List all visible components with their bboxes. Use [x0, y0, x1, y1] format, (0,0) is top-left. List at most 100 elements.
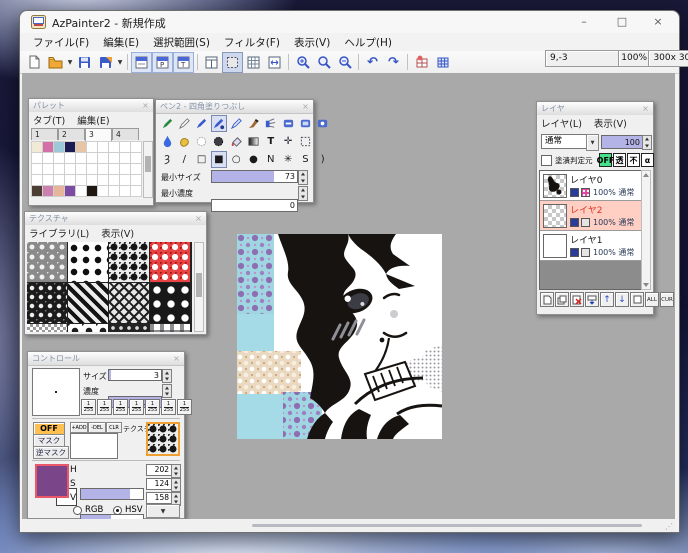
zoom-in-button[interactable] — [292, 52, 313, 73]
canvas[interactable] — [237, 234, 442, 439]
layer2-option-icon[interactable] — [581, 218, 590, 227]
palette-color-cell[interactable] — [43, 153, 54, 164]
show-all-layers-button[interactable]: ALL — [645, 292, 659, 307]
save-button[interactable] — [74, 52, 95, 73]
palette-color-cell[interactable] — [87, 186, 98, 197]
palette-color-cell[interactable] — [109, 164, 120, 175]
texture-tile[interactable] — [150, 324, 190, 332]
brush-tool[interactable] — [245, 115, 261, 132]
blend-dropdown-arrow[interactable]: ▼ — [586, 134, 599, 151]
layer-row-2[interactable]: レイヤ1 100% 通常 — [540, 231, 641, 261]
close-button[interactable]: × — [641, 11, 675, 33]
palette-tab-3[interactable]: 3 — [85, 128, 112, 141]
move-layer-down-button[interactable]: ↓ — [615, 292, 629, 307]
size-spinner[interactable] — [162, 369, 172, 383]
freehand-shape-tool[interactable]: Ȝ — [159, 151, 175, 168]
rgb-radio[interactable]: RGB — [73, 505, 103, 515]
palette-color-cell[interactable] — [65, 186, 76, 197]
canvas-view-button[interactable] — [222, 52, 243, 73]
min-density-slider[interactable]: 0 — [211, 199, 298, 212]
main-color-swatch[interactable] — [35, 464, 69, 498]
palette-color-cell[interactable] — [65, 175, 76, 186]
palette-color-cell[interactable] — [76, 175, 87, 186]
texture-tile[interactable] — [27, 283, 67, 323]
pen-panel-titlebar[interactable]: ペン2 - 四角塗りつぶし — [156, 100, 313, 114]
layer-trans-button[interactable]: 透 — [613, 153, 626, 167]
menu-file[interactable]: ファイル(F) — [26, 34, 96, 51]
menu-help[interactable]: ヘルプ(H) — [337, 34, 399, 51]
arc-tool[interactable]: ) — [315, 151, 331, 168]
density-preset-button[interactable]: 1255 — [97, 399, 112, 415]
dodge-tool[interactable] — [194, 133, 210, 150]
layer-row-0[interactable]: レイヤ0 100% 通常 — [540, 171, 641, 201]
show-current-layer-button[interactable]: CUR — [660, 292, 674, 307]
layer-scrollbar[interactable] — [641, 170, 651, 290]
palette-color-cell[interactable] — [43, 175, 54, 186]
circle-outline-tool[interactable]: ○ — [228, 151, 244, 168]
palette-color-cell[interactable] — [43, 186, 54, 197]
layer0-texture-icon[interactable] — [581, 188, 590, 197]
texture-scrollbar[interactable] — [194, 242, 204, 332]
palette-color-cell[interactable] — [65, 142, 76, 153]
blend-mode-select[interactable]: 通常 — [541, 134, 588, 149]
palette-tab-4[interactable]: 4 — [112, 128, 139, 140]
palette-color-cell[interactable] — [131, 186, 142, 197]
palette-color-cell[interactable] — [120, 153, 131, 164]
palette-menu-edit[interactable]: 編集(E) — [77, 113, 109, 127]
palette-close-icon[interactable]: × — [140, 100, 151, 111]
smudge-tool[interactable] — [176, 133, 192, 150]
pen2-tool-selected[interactable] — [211, 115, 227, 132]
palette-color-cell[interactable] — [98, 153, 109, 164]
save-dropdown-arrow[interactable]: ▼ — [116, 53, 124, 72]
palette-color-cell[interactable] — [120, 142, 131, 153]
palette-color-cell[interactable] — [43, 164, 54, 175]
palette-color-cell[interactable] — [87, 142, 98, 153]
texture-tile[interactable] — [109, 242, 149, 282]
pen3-tool[interactable] — [228, 115, 244, 132]
spline-tool[interactable]: S — [297, 151, 313, 168]
rect-fill-tool-selected[interactable]: ■ — [211, 151, 227, 168]
palette-color-cell[interactable] — [65, 153, 76, 164]
palette-panel-titlebar[interactable]: パレット — [29, 99, 153, 113]
texture-menu-view[interactable]: 表示(V) — [101, 226, 134, 240]
layer-panel-titlebar[interactable]: レイヤ — [537, 102, 653, 116]
resize-grip[interactable]: ⋰ — [665, 522, 673, 531]
texture-tile[interactable] — [68, 324, 108, 332]
toggle-texture-panel-button[interactable]: T — [173, 52, 194, 73]
palette-color-cell[interactable] — [131, 164, 142, 175]
density-preset-button[interactable]: 1255 — [177, 399, 192, 415]
palette-color-cell[interactable] — [120, 164, 131, 175]
layer-opacity-slider[interactable]: 100 — [601, 135, 643, 149]
control-panel-titlebar[interactable]: コントロール — [28, 352, 184, 366]
palette-color-cell[interactable] — [54, 142, 65, 153]
circle-fill-tool[interactable]: ● — [245, 151, 261, 168]
maximize-button[interactable]: □ — [605, 11, 639, 33]
layer1-option-icon[interactable] — [581, 248, 590, 257]
control-texture-thumbnail[interactable] — [146, 422, 180, 456]
menu-view[interactable]: 表示(V) — [287, 34, 337, 51]
palette-color-cell[interactable] — [120, 175, 131, 186]
palette-scrollbar[interactable] — [143, 141, 153, 198]
undo-button[interactable]: ↶ — [362, 52, 383, 73]
density-preset-button[interactable]: 1255 — [81, 399, 96, 415]
layer0-color-icon[interactable] — [570, 188, 579, 197]
pen1-tool[interactable] — [194, 115, 210, 132]
horizontal-scrollbar[interactable] — [252, 524, 642, 527]
layer-row-1-selected[interactable]: レイヤ2 100% 通常 — [540, 201, 641, 231]
palette-color-cell[interactable] — [87, 175, 98, 186]
layer2-color-icon[interactable] — [570, 218, 579, 227]
stamp-tool-2[interactable] — [297, 115, 313, 132]
grid-settings-button[interactable] — [411, 52, 432, 73]
pencil-tool[interactable] — [176, 115, 192, 132]
line-shape-tool[interactable]: / — [176, 151, 192, 168]
toggle-control-panel-button[interactable] — [131, 52, 152, 73]
palette-color-cell[interactable] — [98, 175, 109, 186]
title-bar[interactable]: AzPainter2 - 新規作成 – □ × — [20, 11, 679, 33]
palette-grid[interactable] — [31, 141, 142, 197]
min-size-spinner[interactable] — [298, 170, 308, 185]
scroll-up-icon[interactable] — [643, 173, 649, 177]
density-spinner[interactable] — [162, 384, 172, 398]
layer-menu-layer[interactable]: レイヤ(L) — [541, 116, 582, 130]
save-as-button[interactable] — [95, 52, 116, 73]
min-density-spinner[interactable] — [298, 186, 308, 201]
